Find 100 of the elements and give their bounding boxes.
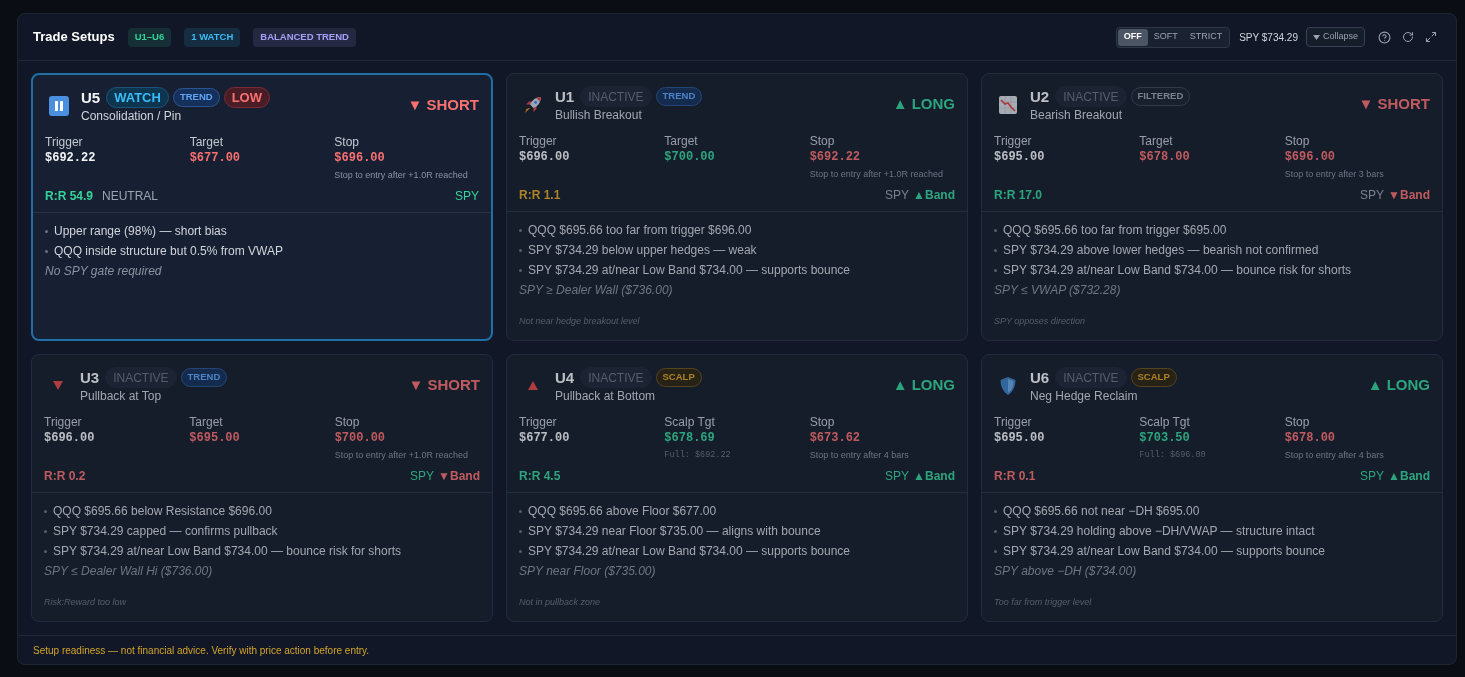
risk-reward: R:R 54.9 — [45, 188, 94, 205]
mode-option[interactable]: STRICT — [1183, 28, 1229, 46]
summary-badge: BALANCED TREND — [253, 27, 356, 47]
reason-text: SPY $734.29 at/near Low Band $734.00 — bounce risk for shorts — [53, 543, 401, 560]
level-label: Target — [189, 414, 223, 430]
level-label: Stop — [334, 134, 359, 150]
stop-rule-note: Stop to entry after +1.0R reached — [809, 168, 943, 180]
stop-rule-note: Stop to entry after +1.0R reached — [334, 449, 468, 461]
setup-name: Consolidation / Pin — [81, 108, 183, 124]
status-badge: TREND — [172, 88, 220, 107]
reason-text: QQQ $695.66 too far from trigger $695.00 — [1003, 222, 1227, 239]
setup-code: U3 — [80, 368, 100, 388]
bullet-icon — [994, 268, 997, 272]
level-label: Trigger — [45, 134, 83, 150]
level-value: $696.00 — [519, 149, 570, 165]
summary-badge: U1–U6 — [127, 27, 172, 47]
status-note: SPY opposes direction — [994, 315, 1085, 328]
level-value: $692.22 — [809, 149, 861, 165]
level-label: Trigger — [44, 414, 82, 430]
level-value: $677.00 — [519, 430, 570, 446]
gate-condition: SPY above −DH ($734.00) — [994, 563, 1137, 580]
level-label: Stop — [1284, 414, 1310, 430]
reason-text: SPY $734.29 at/near Low Band $734.00 — supports bounce — [1003, 543, 1325, 560]
summary-badge: 1 WATCH — [184, 27, 241, 47]
triangle-down-icon — [53, 381, 63, 390]
level-label: Target — [189, 134, 223, 150]
level-label: Stop — [334, 414, 360, 430]
caret-down-icon — [1312, 34, 1320, 40]
level-label: Scalp Tgt — [664, 414, 715, 430]
level-value: $700.00 — [334, 430, 386, 446]
bullet-icon — [994, 248, 997, 252]
level-label: Stop — [1284, 133, 1310, 149]
bullet-icon — [44, 509, 47, 513]
bullet-icon — [44, 529, 47, 533]
pause-icon — [49, 95, 69, 116]
setup-name: Neg Hedge Reclaim — [1030, 388, 1139, 404]
stop-rule-note: Stop to entry after 3 bars — [1284, 168, 1384, 180]
bullet-icon — [519, 529, 522, 533]
reason-text: QQQ $695.66 above Floor $677.00 — [528, 503, 717, 520]
status-badge: SCALP — [1130, 368, 1177, 387]
risk-reward: R:R 1.1 — [519, 187, 561, 204]
mode-option[interactable]: OFF — [1117, 28, 1148, 46]
gate-condition: SPY ≥ Dealer Wall ($736.00) — [519, 282, 673, 299]
status-badge: SCALP — [655, 368, 702, 387]
level-value: $696.00 — [1284, 149, 1336, 165]
stop-rule-note: Stop to entry after 4 bars — [1284, 449, 1384, 461]
bullet-icon — [519, 228, 522, 232]
refresh-icon[interactable] — [1402, 31, 1414, 43]
rocket-icon — [523, 94, 543, 115]
direction-label: ▼ SHORT — [1358, 94, 1430, 115]
reason-text: SPY $734.29 at/near Low Band $734.00 — supports bounce — [528, 543, 850, 560]
stop-rule-note: Stop to entry after +1.0R reached — [334, 169, 468, 181]
level-label: Stop — [809, 133, 835, 149]
direction-label: ▲ LONG — [892, 375, 955, 396]
collapse-button[interactable]: Collapse — [1305, 27, 1365, 47]
bullet-icon — [45, 249, 48, 253]
spy-label: SPY — [410, 468, 435, 485]
regime-label: NEUTRAL — [102, 188, 159, 205]
status-badge: INACTIVE — [1055, 86, 1127, 107]
level-value: $678.00 — [1139, 149, 1190, 165]
risk-reward: R:R 17.0 — [994, 187, 1043, 204]
expand-icon[interactable] — [1425, 31, 1437, 43]
level-label: Scalp Tgt — [1139, 414, 1190, 430]
mode-option[interactable]: SOFT — [1147, 28, 1184, 46]
band-indicator: ▲Band — [1388, 468, 1430, 485]
reason-text: SPY $734.29 holding above −DH/VWAP — structure intact — [1003, 523, 1315, 540]
gate-condition: SPY ≤ VWAP ($732.28) — [994, 282, 1121, 299]
reason-text: SPY $734.29 above lower hedges — bearish not confirmed — [1003, 242, 1319, 259]
spy-price: SPY $734.29 — [1239, 30, 1298, 45]
bullet-icon — [994, 549, 997, 553]
level-value: $696.00 — [334, 150, 385, 166]
gate-condition: SPY near Floor ($735.00) — [519, 563, 656, 580]
status-badge: TREND — [655, 87, 703, 106]
bullet-icon — [994, 529, 997, 533]
spy-label: SPY — [455, 188, 479, 205]
stop-rule-note: Stop to entry after 4 bars — [809, 449, 909, 461]
status-badge: LOW — [223, 87, 270, 108]
status-badge: INACTIVE — [580, 367, 652, 388]
direction-label: ▼ SHORT — [407, 95, 479, 116]
level-label: Stop — [809, 414, 835, 430]
status-badge: INACTIVE — [580, 86, 652, 107]
setup-name: Bearish Breakout — [1030, 107, 1124, 123]
level-value: $703.50 — [1139, 430, 1190, 446]
bullet-icon — [519, 248, 522, 252]
reason-text: SPY $734.29 at/near Low Band $734.00 — bounce risk for shorts — [1003, 262, 1351, 279]
level-value: $696.00 — [44, 430, 95, 446]
setup-code: U1 — [555, 87, 575, 107]
band-indicator: ▲Band — [913, 468, 955, 485]
help-icon[interactable] — [1378, 30, 1391, 44]
level-value: $692.22 — [45, 150, 96, 166]
level-value: $677.00 — [189, 150, 241, 166]
band-indicator: ▼Band — [1388, 187, 1430, 204]
bullet-icon — [44, 549, 47, 553]
spy-label: SPY — [885, 187, 910, 204]
level-label: Trigger — [994, 414, 1032, 430]
setup-code: U5 — [81, 88, 101, 108]
risk-reward: R:R 0.1 — [994, 468, 1036, 485]
setup-code: U4 — [555, 368, 575, 388]
reason-text: QQQ $695.66 too far from trigger $696.00 — [528, 222, 752, 239]
band-indicator: ▼Band — [438, 468, 480, 485]
